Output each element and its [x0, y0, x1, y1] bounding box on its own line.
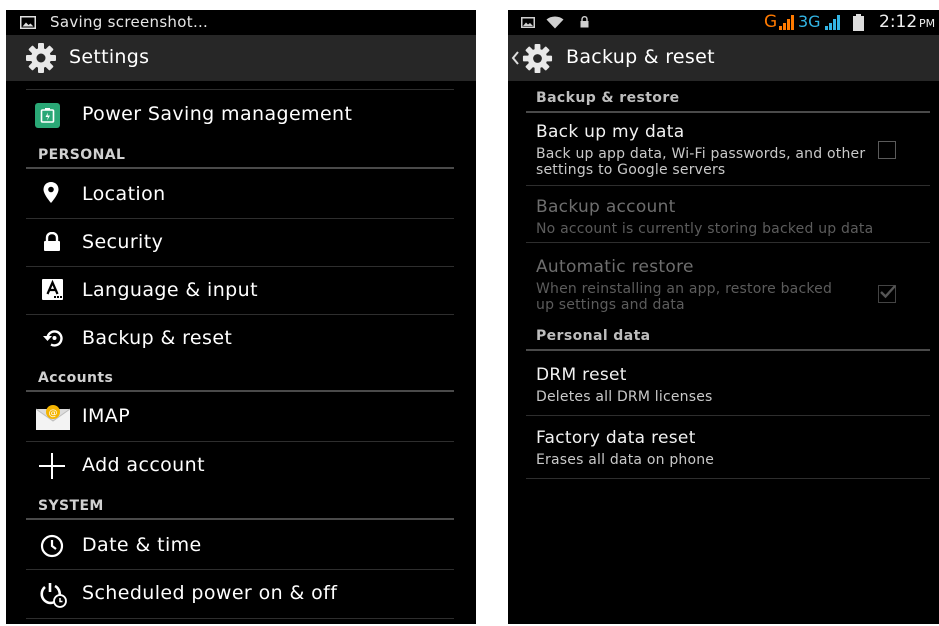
- section-header-personal: PERSONAL: [38, 147, 126, 163]
- network-type-g: G: [764, 12, 778, 32]
- wifi-icon: [546, 16, 564, 29]
- backup-reset-screen: G 3G 2:12 PM Backup & reset Backup & res…: [508, 10, 939, 624]
- settings-item-label: Language & input: [82, 279, 258, 301]
- svg-text:@: @: [49, 409, 58, 419]
- drm-reset-item[interactable]: DRM reset Deletes all DRM licenses: [508, 351, 939, 415]
- settings-item-language[interactable]: Language & input: [26, 267, 454, 314]
- settings-item-label: Backup & reset: [82, 327, 233, 349]
- settings-item-security[interactable]: Security: [26, 219, 454, 266]
- section-header-accounts: Accounts: [38, 370, 114, 386]
- settings-item-add-account[interactable]: Add account: [26, 442, 454, 489]
- settings-item-label: Add account: [82, 454, 205, 476]
- settings-item-imap[interactable]: @ IMAP: [26, 393, 454, 441]
- item-subtitle: No account is currently storing backed u…: [536, 221, 874, 237]
- battery-saver-icon: [35, 103, 60, 128]
- status-bar: G 3G 2:12 PM: [508, 10, 939, 35]
- scheduled-power-icon: [40, 583, 67, 608]
- settings-item-date-time[interactable]: Date & time: [26, 521, 454, 569]
- section-header-personal-data: Personal data: [536, 328, 651, 344]
- keyboard-a-icon: [42, 279, 63, 300]
- item-title: Back up my data: [536, 122, 685, 142]
- checkmark-icon: [880, 285, 896, 299]
- settings-item-label: Security: [82, 231, 164, 253]
- lock-icon: [44, 232, 60, 251]
- item-title: Backup account: [536, 197, 676, 217]
- item-subtitle: Erases all data on phone: [536, 452, 715, 468]
- item-subtitle: Back up app data, Wi-Fi passwords, and o…: [536, 146, 866, 178]
- item-title: DRM reset: [536, 365, 627, 385]
- network-type-3g: 3G: [798, 12, 821, 31]
- battery-icon: [853, 14, 864, 31]
- automatic-restore-item: Automatic restore When reinstalling an a…: [508, 243, 939, 319]
- settings-item-label: Power Saving management: [82, 103, 353, 125]
- gear-icon: [522, 43, 553, 74]
- settings-item-label: Location: [82, 183, 166, 205]
- automatic-restore-checkbox: [878, 285, 896, 303]
- backup-restore-icon: [43, 330, 63, 347]
- image-icon: [20, 16, 36, 29]
- backup-my-data-item[interactable]: Back up my data Back up app data, Wi-Fi …: [508, 113, 939, 185]
- signal-orange-icon: [779, 15, 794, 30]
- image-icon: [521, 17, 535, 28]
- settings-item-power-saving[interactable]: Power Saving management: [26, 92, 454, 140]
- signal-blue-icon: [825, 15, 840, 30]
- action-bar: Settings: [6, 35, 476, 81]
- backup-account-item: Backup account No account is currently s…: [508, 186, 939, 242]
- mail-envelope-icon: @: [36, 405, 70, 430]
- item-subtitle: When reinstalling an app, restore backed…: [536, 281, 833, 313]
- plus-icon: [39, 453, 65, 479]
- settings-item-label: IMAP: [82, 405, 131, 427]
- factory-data-reset-item[interactable]: Factory data reset Erases all data on ph…: [508, 416, 939, 478]
- location-pin-icon: [43, 182, 59, 203]
- settings-item-label: Date & time: [82, 534, 202, 556]
- lock-icon: [580, 16, 589, 28]
- gear-icon[interactable]: [24, 41, 58, 75]
- back-chevron-icon: [511, 51, 519, 65]
- page-title: Settings: [69, 46, 150, 68]
- settings-item-location[interactable]: Location: [26, 170, 454, 218]
- settings-item-backup-reset[interactable]: Backup & reset: [26, 315, 454, 362]
- action-bar: Backup & reset: [508, 35, 939, 81]
- settings-item-scheduled-power[interactable]: Scheduled power on & off: [26, 570, 454, 618]
- item-subtitle: Deletes all DRM licenses: [536, 389, 713, 405]
- backup-my-data-checkbox[interactable]: [878, 141, 896, 159]
- settings-item-label: Scheduled power on & off: [82, 582, 338, 604]
- section-header-system: SYSTEM: [38, 498, 104, 514]
- section-header-backup-restore: Backup & restore: [536, 90, 680, 106]
- status-bar: Saving screenshot…: [6, 10, 476, 35]
- status-text: Saving screenshot…: [50, 13, 209, 31]
- settings-screen: Saving screenshot… Settings Power Saving…: [6, 10, 476, 624]
- page-title: Backup & reset: [566, 46, 715, 68]
- clock-ampm: PM: [919, 17, 936, 30]
- item-title: Factory data reset: [536, 428, 696, 448]
- item-title: Automatic restore: [536, 257, 694, 277]
- clock-icon: [40, 534, 64, 558]
- clock-time: 2:12: [879, 12, 918, 32]
- up-navigation[interactable]: [508, 35, 560, 81]
